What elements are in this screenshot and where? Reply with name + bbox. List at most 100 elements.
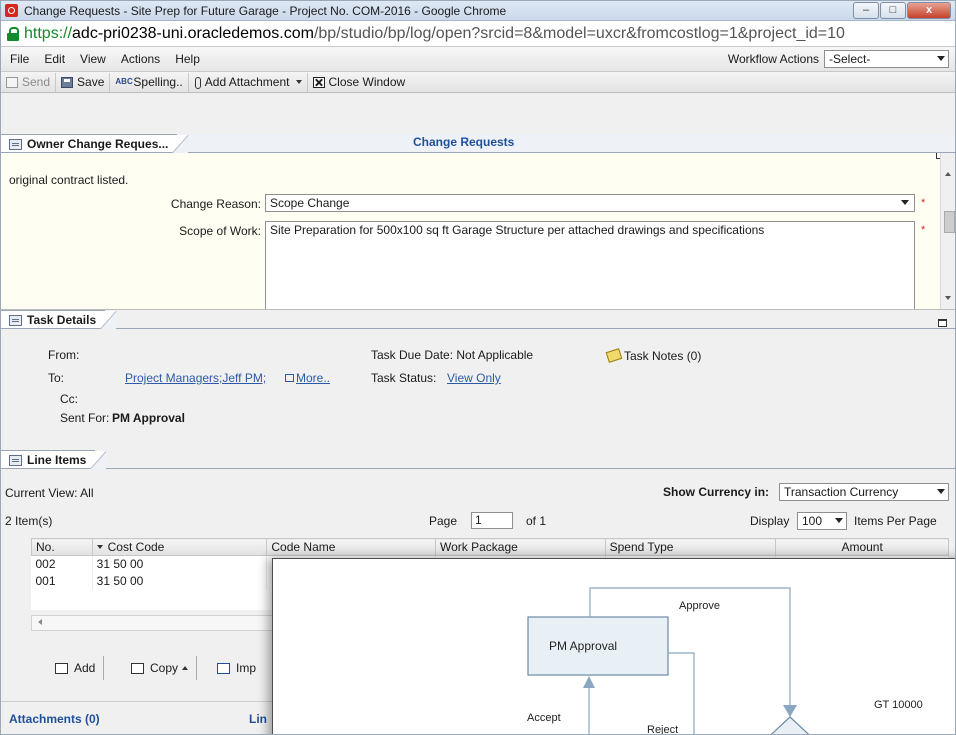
change-reason-select[interactable]: Scope Change — [265, 194, 915, 212]
menu-actions[interactable]: Actions — [121, 52, 160, 66]
lock-icon — [7, 26, 19, 41]
minimize-button[interactable]: – — [853, 2, 879, 19]
gt-threshold-label: GT 10000 — [874, 699, 923, 711]
scroll-down-icon[interactable] — [945, 296, 951, 300]
floppy-disk-icon — [61, 76, 74, 88]
tab-line-items[interactable]: Line Items — [1, 450, 107, 469]
page-value: 1 — [475, 513, 482, 527]
attachments-label[interactable]: Attachments (0) — [9, 712, 100, 726]
cell-cost-code: 31 50 00 — [92, 555, 268, 573]
chevron-up-icon — [182, 666, 189, 670]
menu-file[interactable]: File — [10, 52, 29, 66]
linked-records-label[interactable]: Lin — [249, 712, 267, 726]
paperclip-icon — [194, 76, 201, 89]
tab-owner-change-request[interactable]: Owner Change Reques... — [1, 134, 189, 153]
chevron-down-icon — [835, 518, 843, 523]
send-button[interactable]: Send — [1, 72, 57, 92]
menu-help[interactable]: Help — [175, 52, 200, 66]
form-scrollbar[interactable] — [940, 153, 955, 309]
line-items-header: Line Items — [1, 450, 955, 478]
column-no[interactable]: No. — [31, 538, 93, 556]
scope-of-work-value: Site Preparation for 500x100 sq ft Garag… — [270, 223, 765, 237]
description-text: original contract listed. — [9, 173, 129, 187]
cc-label: Cc: — [60, 392, 78, 406]
task-status-link[interactable]: View Only — [447, 371, 501, 385]
scroll-up-icon[interactable] — [945, 172, 951, 176]
change-reason-label: Change Reason: — [170, 197, 261, 211]
save-label: Save — [77, 75, 105, 89]
copy-line-label: Copy — [150, 661, 179, 675]
reject-connector — [668, 652, 695, 734]
items-per-page-value: 100 — [802, 514, 823, 528]
show-currency-label: Show Currency in: — [663, 485, 770, 499]
sent-for-value: PM Approval — [112, 411, 185, 425]
spelling-label: Spelling.. — [133, 75, 183, 89]
chevron-down-icon — [937, 56, 945, 61]
column-spend-type[interactable]: Spend Type — [604, 538, 777, 556]
window-title: Change Requests - Site Prep for Future G… — [24, 3, 507, 18]
copy-line-button[interactable]: Copy — [123, 656, 198, 680]
workflow-diagram-overlay: PM Approval Approve Accept Reject GT 100… — [272, 558, 955, 735]
save-button[interactable]: Save — [56, 72, 111, 92]
chevron-down-icon — [901, 200, 909, 205]
chevron-down-icon — [295, 80, 302, 84]
owner-tab-label: Owner Change Reques... — [27, 137, 169, 151]
decision-diamond[interactable] — [745, 716, 835, 735]
menu-view[interactable]: View — [80, 52, 106, 66]
scroll-thumb[interactable] — [944, 211, 955, 233]
address-bar[interactable]: https:// adc-pri0238-uni.oracledemos.com… — [1, 21, 955, 47]
toolbar: Send Save ABC Spelling.. Add Attachment … — [1, 72, 955, 93]
tab-task-details[interactable]: Task Details — [1, 310, 117, 329]
add-row-icon — [55, 662, 68, 674]
workflow-actions-label: Workflow Actions — [727, 52, 819, 66]
list-icon — [9, 454, 22, 466]
column-cost-code-label: Cost Code — [107, 540, 165, 554]
approve-label: Approve — [679, 600, 720, 612]
page-title: Change Requests — [413, 135, 515, 149]
task-details-label: Task Details — [27, 313, 97, 327]
currency-select[interactable]: Transaction Currency — [779, 483, 949, 501]
to-label: To: — [48, 371, 65, 385]
column-work-package[interactable]: Work Package — [434, 538, 606, 556]
accept-label: Accept — [527, 712, 561, 724]
add-line-button[interactable]: Add — [47, 656, 105, 680]
to-recipients-link[interactable]: Project Managers;Jeff PM; — [125, 371, 266, 385]
column-code-name[interactable]: Code Name — [266, 538, 436, 556]
close-button[interactable]: x — [907, 2, 951, 19]
add-attachment-button[interactable]: Add Attachment — [189, 72, 308, 92]
send-icon — [6, 76, 18, 88]
scope-of-work-textarea[interactable]: Site Preparation for 500x100 sq ft Garag… — [265, 221, 915, 309]
maximize-panel-icon[interactable] — [938, 319, 947, 327]
scroll-left-icon[interactable] — [38, 619, 42, 625]
arrow-down-icon — [783, 705, 797, 717]
required-marker: * — [921, 224, 926, 236]
scope-of-work-label: Scope of Work: — [179, 224, 261, 238]
close-window-button[interactable]: Close Window — [308, 73, 411, 92]
task-notes-button[interactable]: Task Notes (0) — [605, 348, 701, 363]
menu-edit[interactable]: Edit — [44, 52, 65, 66]
send-label: Send — [22, 75, 51, 89]
spelling-button[interactable]: ABC Spelling.. — [110, 72, 189, 92]
maximize-button[interactable]: □ — [880, 2, 906, 19]
column-cost-code[interactable]: Cost Code — [91, 538, 268, 556]
close-window-label: Close Window — [328, 75, 406, 89]
title-bar: Change Requests - Site Prep for Future G… — [1, 1, 955, 21]
page-input[interactable]: 1 — [471, 512, 513, 529]
items-per-page-select[interactable]: 100 — [797, 512, 847, 530]
spell-check-icon: ABC — [115, 76, 133, 86]
column-amount[interactable]: Amount — [775, 538, 949, 556]
browser-window: Change Requests - Site Prep for Future G… — [0, 0, 956, 735]
workflow-actions-select[interactable]: -Select- — [824, 50, 949, 68]
note-icon — [605, 348, 623, 363]
change-reason-value: Scope Change — [270, 196, 350, 210]
close-window-icon — [312, 76, 325, 88]
oracle-app-icon — [5, 4, 18, 17]
import-button[interactable]: Imp — [209, 656, 264, 680]
url-scheme: https:// — [24, 24, 73, 42]
more-recipients-link[interactable]: More.. — [285, 371, 330, 385]
task-details-header: Task Details — [1, 310, 955, 329]
page-label: Page — [429, 514, 458, 528]
page-of: of 1 — [526, 514, 547, 528]
popout-icon — [285, 374, 294, 382]
table-horizontal-scrollbar[interactable] — [31, 615, 296, 631]
